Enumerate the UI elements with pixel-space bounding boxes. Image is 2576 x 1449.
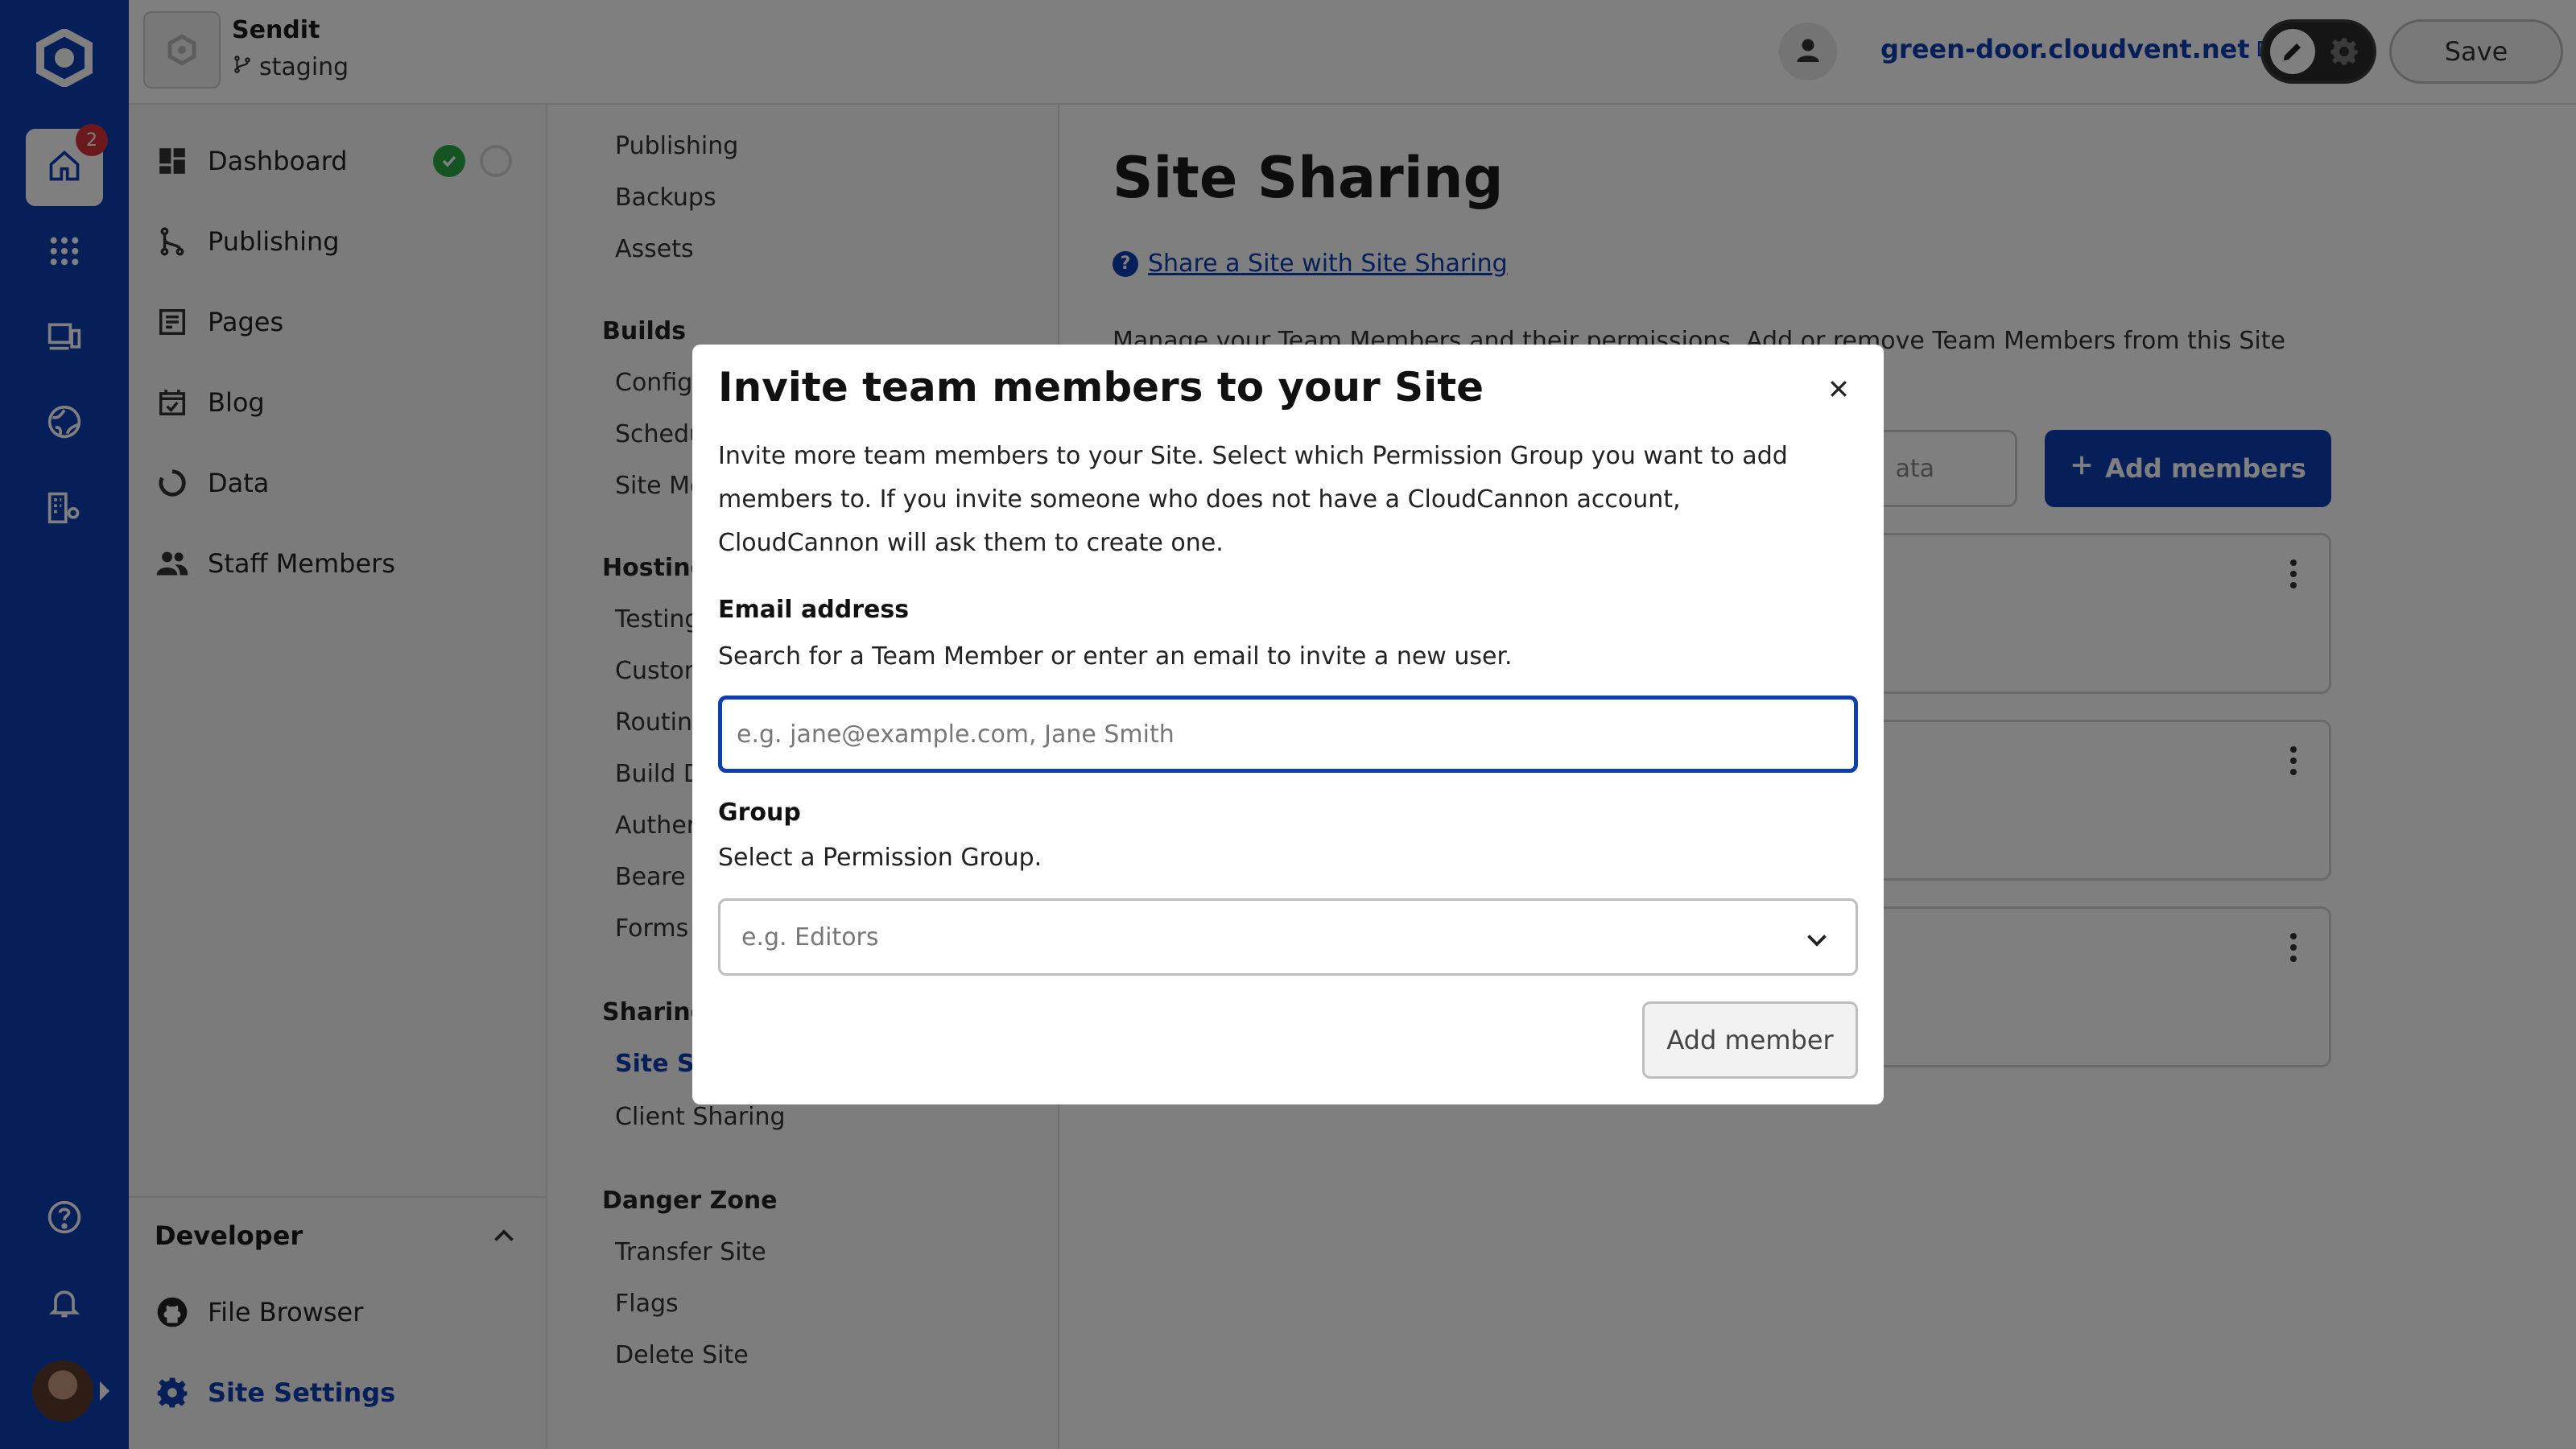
email-help: Search for a Team Member or enter an ema…	[718, 642, 1513, 671]
email-field[interactable]	[718, 696, 1858, 773]
group-placeholder: e.g. Editors	[741, 923, 879, 952]
email-label: Email address	[718, 596, 910, 624]
group-help: Select a Permission Group.	[718, 844, 1042, 872]
close-button[interactable]	[1819, 370, 1858, 409]
chevron-down-icon	[1802, 925, 1831, 954]
invite-modal: Invite team members to your Site Invite …	[692, 345, 1884, 1104]
group-label: Group	[718, 799, 801, 827]
close-icon	[1827, 377, 1851, 403]
modal-description: Invite more team members to your Site. S…	[718, 442, 1788, 557]
add-member-button[interactable]: Add member	[1642, 1001, 1858, 1079]
modal-title: Invite team members to your Site	[718, 364, 1484, 411]
group-select[interactable]: e.g. Editors	[718, 898, 1858, 976]
